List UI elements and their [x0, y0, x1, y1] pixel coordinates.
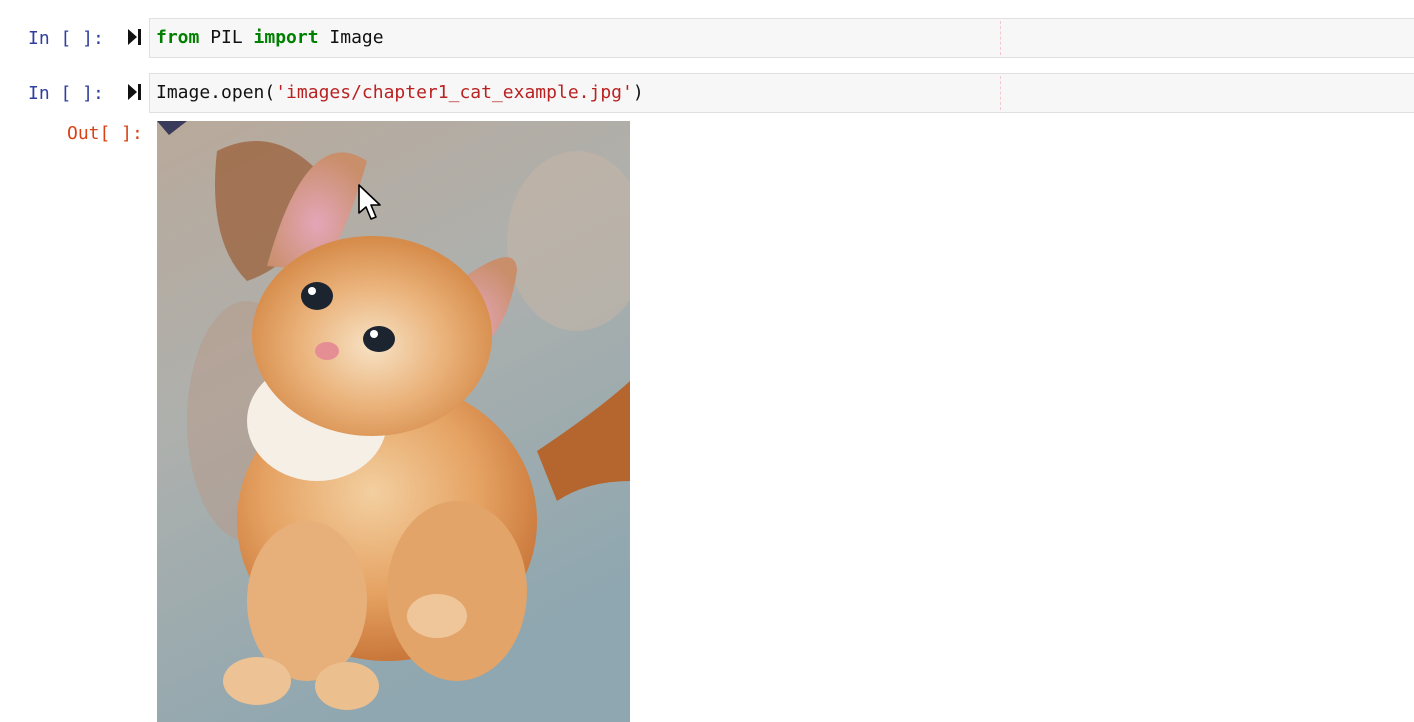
- output-prompt: Out[ ]:: [67, 123, 143, 144]
- input-prompt: In [ ]:: [28, 28, 104, 49]
- code-cell-2[interactable]: In [ ]: Image.open('images/chapter1_cat_…: [0, 73, 1414, 115]
- string-literal: 'images/chapter1_cat_example.jpg': [275, 82, 633, 103]
- keyword-from: from: [156, 27, 200, 48]
- code-line[interactable]: Image.open('images/chapter1_cat_example.…: [156, 82, 644, 103]
- call-prefix: Image.open(: [156, 82, 276, 103]
- code-editor[interactable]: Image.open('images/chapter1_cat_example.…: [149, 73, 1414, 113]
- code-cell-1[interactable]: In [ ]: from PIL import Image: [0, 18, 1414, 60]
- line-length-ruler: [1000, 21, 1001, 55]
- output-image-kitten: [157, 121, 630, 722]
- kitten-image: [157, 121, 630, 722]
- code-line[interactable]: from PIL import Image: [156, 27, 384, 48]
- module-name: PIL: [199, 27, 254, 48]
- keyword-import: import: [253, 27, 319, 48]
- import-name: Image: [318, 27, 384, 48]
- run-cell-icon[interactable]: [127, 83, 143, 101]
- line-length-ruler: [1000, 76, 1001, 110]
- input-prompt: In [ ]:: [28, 83, 104, 104]
- run-cell-icon[interactable]: [127, 28, 143, 46]
- code-editor[interactable]: from PIL import Image: [149, 18, 1414, 58]
- call-suffix: ): [632, 82, 644, 103]
- mouse-pointer-icon: [358, 184, 381, 220]
